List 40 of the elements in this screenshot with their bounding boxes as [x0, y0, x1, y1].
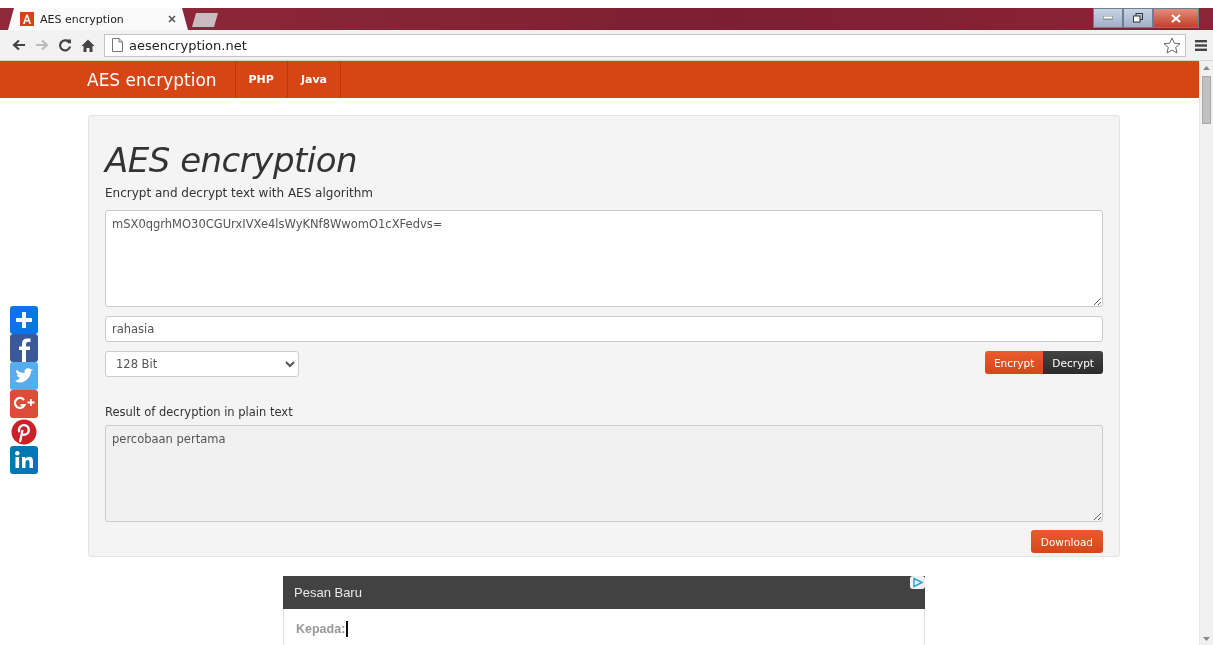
key-field[interactable]: rahasia: [105, 316, 1103, 342]
result-label: Result of decryption in plain text: [105, 405, 294, 419]
scrollbar-thumb[interactable]: [1202, 76, 1211, 124]
address-bar[interactable]: aesencryption.net: [104, 33, 1186, 57]
nav-link[interactable]: PHP: [234, 61, 287, 98]
google-plus-icon[interactable]: [10, 390, 38, 418]
reload-icon[interactable]: [58, 38, 72, 52]
page-heading: AES encryption: [105, 139, 359, 182]
download-button[interactable]: Download: [1030, 530, 1103, 553]
ad-choices-icon[interactable]: [910, 576, 925, 589]
nav-link[interactable]: Java: [286, 61, 341, 98]
pinterest-icon[interactable]: [10, 418, 38, 446]
scroll-up-icon[interactable]: [1203, 66, 1210, 70]
add-icon[interactable]: [10, 306, 38, 334]
page-icon: [112, 38, 123, 52]
home-icon[interactable]: [81, 38, 95, 52]
key-size-select[interactable]: 128 Bit: [105, 351, 299, 377]
facebook-icon[interactable]: [10, 334, 38, 362]
restore-button[interactable]: [1123, 8, 1153, 28]
scroll-down-icon[interactable]: [1203, 637, 1210, 641]
compose-title: Pesan Baru: [294, 585, 362, 600]
close-icon[interactable]: [168, 15, 176, 23]
minimize-icon: [1103, 16, 1113, 20]
restore-icon: [1133, 13, 1143, 23]
favicon-icon: [20, 12, 34, 26]
menu-icon[interactable]: [1195, 39, 1207, 51]
new-tab-button[interactable]: [192, 13, 218, 27]
back-icon[interactable]: [12, 39, 26, 51]
text-cursor: [346, 621, 349, 637]
browser-tab[interactable]: AES encryption: [8, 8, 188, 30]
site-brand[interactable]: AES encryption: [87, 61, 217, 98]
close-button[interactable]: [1153, 8, 1199, 28]
linkedin-icon[interactable]: [10, 446, 38, 474]
page-subtitle: Encrypt and decrypt text with AES algorithm: [105, 186, 375, 200]
input-text-field[interactable]: mSX0qgrhMO30CGUrxIVXe4lsWyKNf8WwomO1cXFedvs=: [105, 210, 1103, 307]
encrypt-button[interactable]: Encrypt: [985, 351, 1044, 374]
star-icon[interactable]: [1163, 36, 1181, 54]
result-field[interactable]: percobaan pertama: [105, 425, 1103, 522]
close-icon: [1171, 13, 1181, 23]
decrypt-button[interactable]: Decrypt: [1043, 351, 1103, 374]
